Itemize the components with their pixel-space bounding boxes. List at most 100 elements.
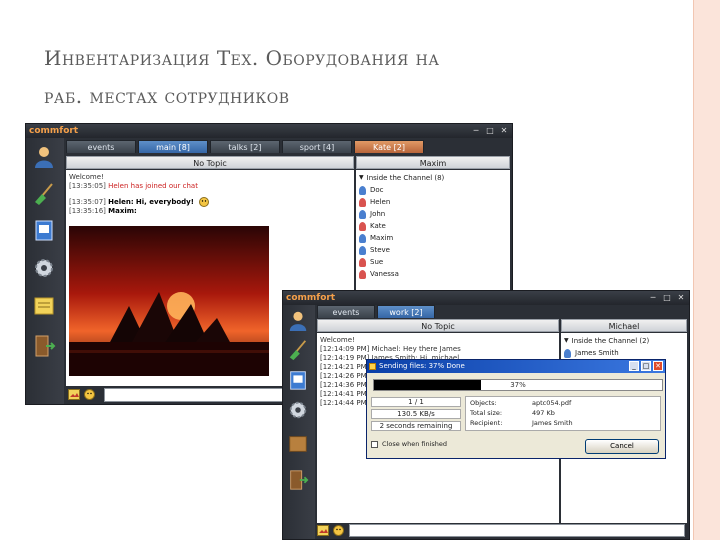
contacts-book-icon[interactable] — [32, 218, 56, 242]
size-value: 497 Kb — [532, 409, 555, 417]
note-icon[interactable] — [32, 294, 56, 318]
topic-bar: No Topic — [317, 319, 559, 332]
file-transfer-dialog: Sending files: 37% Done _ □ ✕ 37% 1 / 1 … — [366, 359, 666, 459]
tab-events[interactable]: events — [317, 305, 375, 318]
user-name: Sue — [370, 258, 384, 266]
chat-message: [13:35:07] Helen: Hi, everybody! — [69, 197, 212, 207]
chat-user: Maxim: — [108, 207, 137, 215]
slide-title-line-2: раб. местах сотрудников — [44, 84, 290, 108]
transfer-speed: 130.5 KB/s — [371, 409, 461, 419]
maximize-icon[interactable]: □ — [641, 361, 651, 371]
user-item[interactable]: Sue — [359, 256, 444, 268]
close-when-finished-label: Close when finished — [382, 440, 448, 448]
smiley-icon[interactable] — [84, 389, 95, 400]
chat-line: Welcome! — [320, 336, 355, 344]
recipient-value: James Smith — [532, 419, 573, 427]
close-when-finished-option[interactable]: Close when finished — [371, 440, 447, 449]
chat-user: Helen: — [108, 198, 134, 206]
close-when-finished-checkbox[interactable] — [371, 441, 378, 448]
expand-arrow-icon: ▼ — [359, 174, 364, 181]
cancel-button[interactable]: Cancel — [585, 439, 659, 454]
image-icon[interactable] — [317, 525, 329, 536]
chat-message: [13:35:16] Maxim: — [69, 207, 212, 216]
message-input[interactable] — [349, 524, 685, 537]
maximize-icon[interactable]: □ — [662, 293, 672, 302]
user-name: John — [370, 210, 386, 218]
user-name: Doc — [370, 186, 384, 194]
tab-sport[interactable]: sport [4] — [282, 140, 352, 153]
image-icon[interactable] — [68, 389, 80, 400]
dialog-title: Sending files: 37% Done — [379, 362, 465, 370]
user-profile-icon[interactable] — [287, 309, 309, 331]
expand-arrow-icon: ▼ — [564, 337, 569, 344]
window-titlebar: commfort ─ □ ✕ — [283, 291, 689, 305]
user-item[interactable]: Steve — [359, 244, 444, 256]
smiley-icon[interactable] — [333, 525, 344, 536]
close-icon[interactable]: ✕ — [653, 361, 663, 371]
channel-group-text: Inside the Channel (2) — [571, 337, 650, 345]
chat-text: Hi, everybody! — [135, 198, 194, 206]
user-profile-icon[interactable] — [32, 144, 56, 168]
chat-timestamp: [13:35:05] — [69, 182, 106, 190]
app-logo: commfort — [29, 124, 78, 138]
close-icon[interactable]: ✕ — [676, 293, 686, 302]
chat-user: Helen — [108, 182, 129, 190]
gear-icon[interactable] — [287, 399, 309, 421]
app-logo-text: commfort — [29, 126, 79, 136]
recipient-label: Recipient: — [470, 419, 503, 427]
user-name: James Smith — [575, 349, 619, 357]
contacts-book-icon[interactable] — [287, 369, 309, 391]
slide-title: Инвентаризация Тех. Оборудования на раб.… — [44, 38, 644, 114]
chat-message: [13:35:05] Helen has joined our chat — [69, 182, 212, 191]
broom-icon[interactable] — [287, 339, 309, 361]
transfer-icon — [369, 363, 376, 370]
broom-icon[interactable] — [32, 182, 56, 206]
selected-user-header: Michael — [561, 319, 687, 332]
maximize-icon[interactable]: □ — [485, 126, 495, 135]
channel-group-label[interactable]: ▼ Inside the Channel (8) — [359, 172, 444, 184]
minimize-icon[interactable]: _ — [629, 361, 639, 371]
user-icon — [359, 221, 366, 231]
user-item[interactable]: Kate — [359, 220, 444, 232]
user-item[interactable]: Doc — [359, 184, 444, 196]
user-name: Maxim — [370, 234, 394, 242]
slide-title-line-1: Инвентаризация Тех. Оборудования на — [44, 46, 440, 70]
slide-frame-border — [693, 0, 720, 540]
tab-work[interactable]: work [2] — [377, 305, 435, 318]
tab-events[interactable]: events — [66, 140, 136, 153]
close-icon[interactable]: ✕ — [499, 126, 509, 135]
user-item[interactable]: Helen — [359, 196, 444, 208]
exit-door-icon[interactable] — [287, 469, 309, 491]
chat-welcome: Welcome! — [69, 173, 212, 182]
objects-value: aptc054.pdf — [532, 399, 572, 407]
user-name: Steve — [370, 246, 390, 254]
user-icon — [359, 233, 366, 243]
user-item[interactable]: Vanessa — [359, 268, 444, 280]
user-name: Helen — [370, 198, 391, 206]
file-count: 1 / 1 — [371, 397, 461, 407]
app-logo: commfort — [286, 291, 335, 305]
user-name: Kate — [370, 222, 386, 230]
user-item[interactable]: James Smith — [564, 347, 649, 359]
topic-bar: No Topic — [66, 156, 354, 169]
window-titlebar: commfort ─ □ ✕ — [26, 124, 512, 138]
user-item[interactable]: Maxim — [359, 232, 444, 244]
chat-timestamp: [13:35:07] — [69, 198, 106, 206]
sidebar — [26, 138, 64, 404]
exit-door-icon[interactable] — [32, 334, 56, 358]
user-item[interactable]: John — [359, 208, 444, 220]
user-icon — [359, 185, 366, 195]
tab-kate[interactable]: Kate [2] — [354, 140, 424, 153]
window-controls: ─ □ ✕ — [648, 293, 686, 302]
minimize-icon[interactable]: ─ — [471, 126, 481, 135]
channel-group-text: Inside the Channel (8) — [366, 174, 445, 182]
tab-main[interactable]: main [8] — [138, 140, 208, 153]
channel-group-label[interactable]: ▼ Inside the Channel (2) — [564, 335, 649, 347]
size-label: Total size: — [470, 409, 503, 417]
tab-talks[interactable]: talks [2] — [210, 140, 280, 153]
minimize-icon[interactable]: ─ — [648, 293, 658, 302]
transfer-info-panel: Objects: aptc054.pdf Total size: 497 Kb Re… — [465, 396, 661, 431]
note-icon[interactable] — [287, 433, 309, 455]
gear-icon[interactable] — [32, 256, 56, 280]
selected-user-header: Maxim — [356, 156, 510, 169]
